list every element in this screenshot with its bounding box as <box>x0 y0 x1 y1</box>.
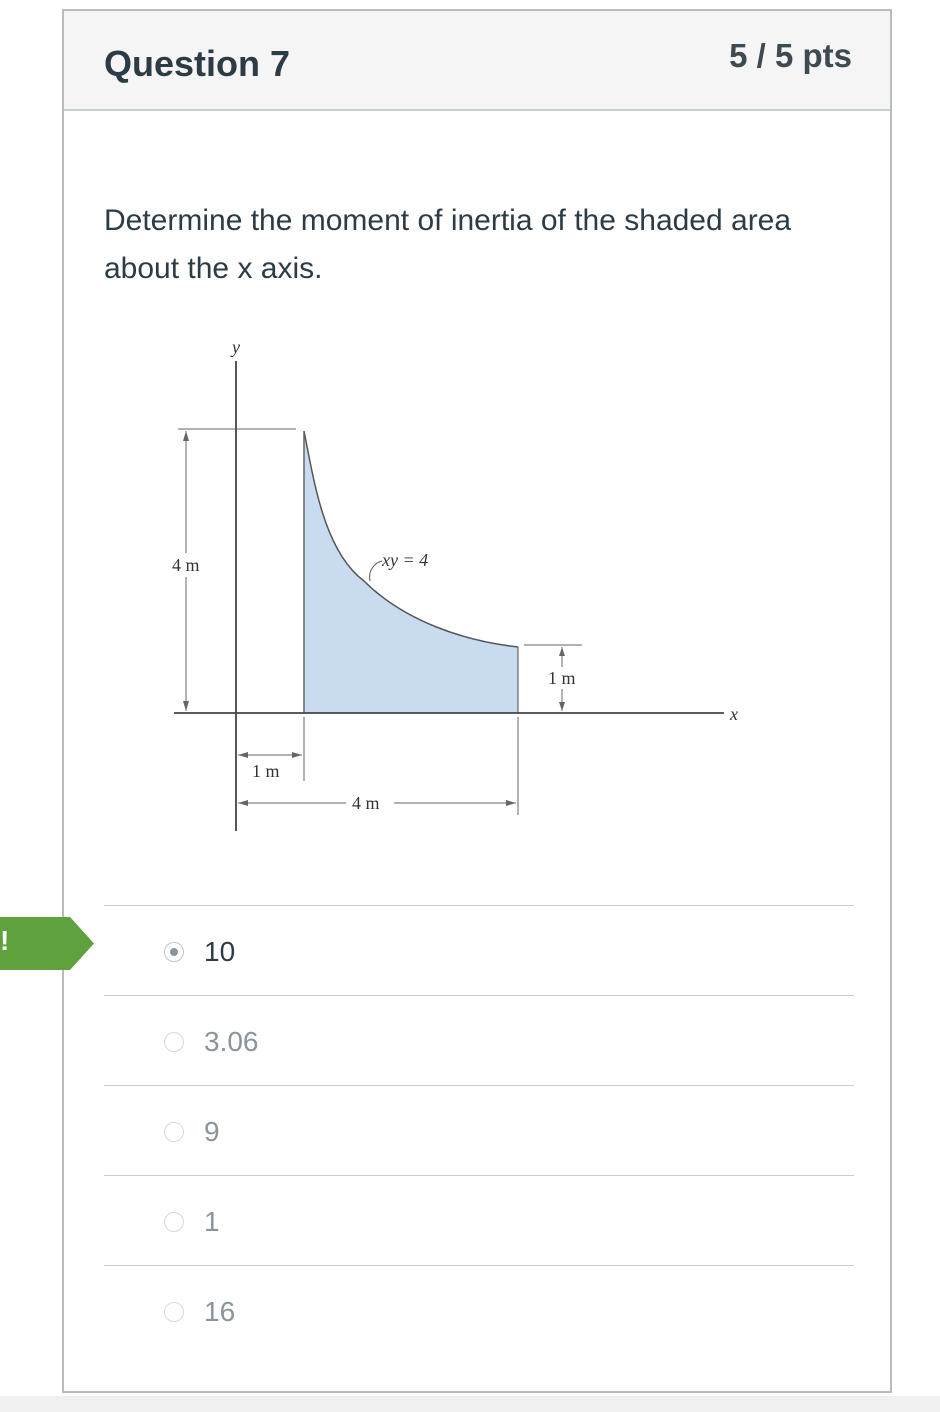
height-dim-arrow-top <box>183 431 189 441</box>
offset-dim-arrow-left <box>238 752 248 758</box>
answer-label: 10 <box>204 936 236 967</box>
question-text: Determine the moment of inertia of the s… <box>104 204 792 285</box>
question-title: Question 7 <box>104 43 291 84</box>
answer-list: 10 3.06 9 1 16 <box>104 905 854 1355</box>
radio-button[interactable] <box>164 1302 184 1322</box>
curve-label: xy = 4 <box>381 550 428 570</box>
height-dim-label: 4 m <box>172 555 200 575</box>
y-axis-label: y <box>230 337 240 357</box>
radio-button[interactable] <box>164 1032 184 1052</box>
width-dim-arrow-left <box>238 800 248 806</box>
offset-dim-arrow-right <box>292 752 302 758</box>
width-dim-label: 4 m <box>352 793 380 813</box>
question-points: 5 / 5 pts <box>729 37 852 74</box>
answer-label: 3.06 <box>204 1026 259 1057</box>
radio-button-selected[interactable] <box>164 942 184 962</box>
height-dim-arrow-bottom <box>183 701 189 711</box>
curve-leader <box>369 560 383 582</box>
answer-label: 9 <box>204 1116 220 1147</box>
radio-button[interactable] <box>164 1122 184 1142</box>
question-figure: y x 4 m xy = 4 1 m 1 m 4 m <box>170 337 738 831</box>
right-dim-arrow-bottom <box>559 702 565 711</box>
width-dim-arrow-right <box>506 800 516 806</box>
answer-option[interactable]: 16 <box>104 1265 854 1355</box>
correct-flag-text: ! <box>0 925 10 956</box>
question-card: Question 7 5 / 5 pts Determine the momen… <box>62 9 892 1393</box>
x-axis-label: x <box>729 704 738 724</box>
answer-option[interactable]: 1 <box>104 1175 854 1265</box>
answer-label: 16 <box>204 1296 236 1327</box>
answer-label: 1 <box>204 1206 220 1237</box>
right-dim-arrow-top <box>559 647 565 656</box>
shaded-area <box>304 431 518 713</box>
bottom-edge <box>0 1396 940 1412</box>
offset-dim-label: 1 m <box>252 761 280 781</box>
right-height-dim-label: 1 m <box>548 668 576 688</box>
answer-option[interactable]: 10 <box>104 905 854 995</box>
answer-option[interactable]: 9 <box>104 1085 854 1175</box>
question-header: Question 7 5 / 5 pts <box>64 11 890 111</box>
radio-button[interactable] <box>164 1212 184 1232</box>
answer-option[interactable]: 3.06 <box>104 995 854 1085</box>
correct-answer-flag <box>0 917 94 970</box>
